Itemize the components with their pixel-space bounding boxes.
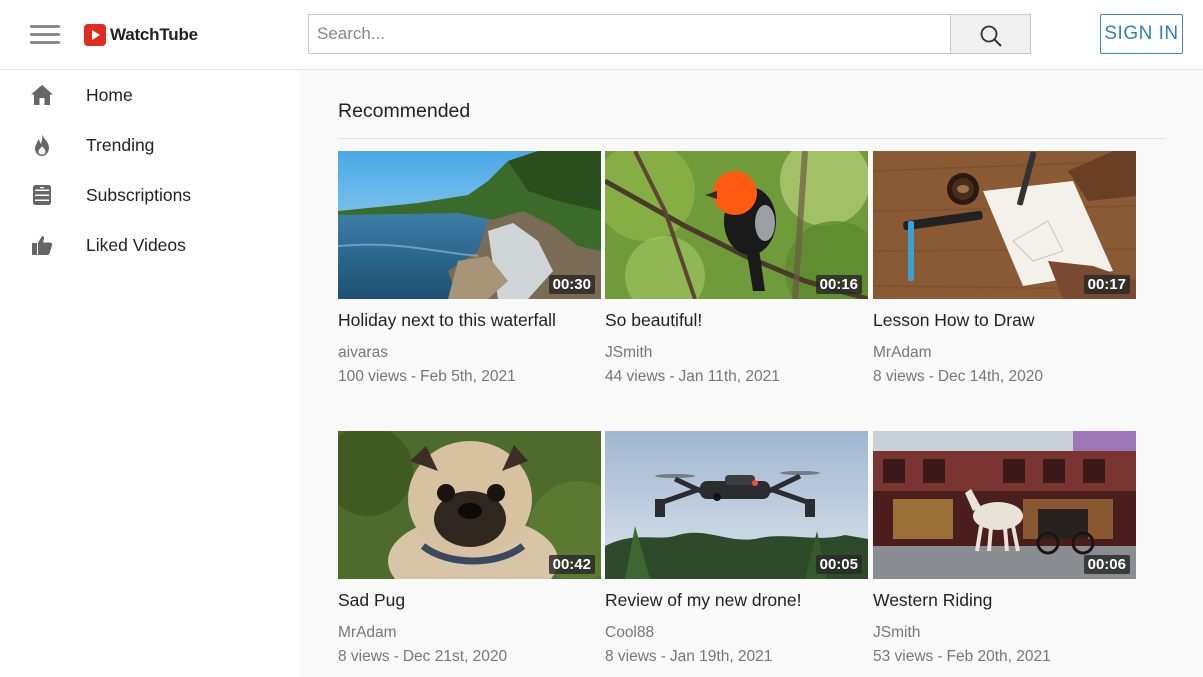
logo-text: WatchTube <box>110 25 198 44</box>
video-duration-badge: 00:06 <box>1083 555 1130 574</box>
main-content: Recommended 00:30 Holiday next to this w… <box>300 70 1203 677</box>
video-meta: 8 views - Jan 19th, 2021 <box>605 648 773 665</box>
video-duration-badge: 00:16 <box>815 275 862 294</box>
video-card[interactable]: 00:30 Holiday next to this waterfall aiv… <box>338 151 601 401</box>
video-meta: 8 views - Dec 21st, 2020 <box>338 648 508 665</box>
video-meta: 44 views - Jan 11th, 2021 <box>605 368 780 385</box>
video-date: Feb 20th, 2021 <box>946 648 1051 665</box>
video-meta: 53 views - Feb 20th, 2021 <box>873 648 1051 665</box>
video-card[interactable]: 00:06 Western Riding JSmith 53 views - Feb… <box>873 431 1136 677</box>
video-date: Dec 14th, 2020 <box>937 368 1043 385</box>
sidebar: Home Trending Subscriptions Liked Videos <box>0 70 300 677</box>
video-duration-badge: 00:17 <box>1083 275 1130 294</box>
hamburger-menu-icon[interactable] <box>28 22 62 48</box>
sidebar-item-label: Trending <box>86 135 155 155</box>
video-thumbnail[interactable]: 00:16 <box>605 151 868 299</box>
video-views: 8 views <box>338 648 390 665</box>
video-views: 100 views <box>338 368 407 385</box>
logo[interactable]: WatchTube <box>84 22 198 48</box>
video-thumbnail[interactable]: 00:06 <box>873 431 1136 579</box>
search-icon <box>980 25 1002 47</box>
video-date: Jan 11th, 2021 <box>678 368 780 385</box>
video-meta: 8 views - Dec 14th, 2020 <box>873 368 1043 385</box>
video-views: 8 views <box>605 648 657 665</box>
video-duration-badge: 00:05 <box>815 555 862 574</box>
sidebar-item-home[interactable]: Home <box>0 70 300 120</box>
section-title: Recommended <box>338 100 471 122</box>
video-card[interactable]: 00:17 Lesson How to Draw MrAdam 8 views -… <box>873 151 1136 401</box>
sign-in-button[interactable]: SIGN IN <box>1100 14 1183 54</box>
video-channel[interactable]: JSmith <box>873 624 920 642</box>
video-thumbnail[interactable]: 00:42 <box>338 431 601 579</box>
video-date: Dec 21st, 2020 <box>402 648 508 665</box>
fire-icon <box>35 134 49 156</box>
sidebar-item-trending[interactable]: Trending <box>0 120 300 170</box>
video-meta: 100 views - Feb 5th, 2021 <box>338 368 516 385</box>
video-title[interactable]: Sad Pug <box>338 590 405 611</box>
video-date: Feb 5th, 2021 <box>420 368 516 385</box>
video-card[interactable]: 00:05 Review of my new drone! Cool88 8 v… <box>605 431 868 677</box>
sidebar-item-label: Liked Videos <box>86 235 186 255</box>
sidebar-item-liked-videos[interactable]: Liked Videos <box>0 220 300 270</box>
video-title[interactable]: So beautiful! <box>605 310 702 331</box>
thumbs-up-icon <box>32 236 53 255</box>
video-thumbnail[interactable]: 00:17 <box>873 151 1136 299</box>
video-channel[interactable]: Cool88 <box>605 624 654 642</box>
video-channel[interactable]: aivaras <box>338 344 388 362</box>
video-date: Jan 19th, 2021 <box>669 648 773 665</box>
video-title[interactable]: Western Riding <box>873 590 992 611</box>
video-channel[interactable]: MrAdam <box>338 624 397 642</box>
video-views: 53 views <box>873 648 934 665</box>
video-channel[interactable]: JSmith <box>605 344 652 362</box>
top-bar: WatchTube SIGN IN <box>0 0 1203 70</box>
divider <box>338 138 1166 139</box>
video-card[interactable]: 00:42 Sad Pug MrAdam 8 views - Dec 21st, 2… <box>338 431 601 677</box>
video-duration-badge: 00:30 <box>548 275 595 294</box>
sidebar-item-label: Home <box>86 85 133 105</box>
video-card[interactable]: 00:16 So beautiful! JSmith 44 views - Jan … <box>605 151 868 401</box>
video-title[interactable]: Holiday next to this waterfall <box>338 310 556 331</box>
video-views: 44 views <box>605 368 666 385</box>
home-icon <box>31 85 53 105</box>
video-views: 8 views <box>873 368 925 385</box>
search-input[interactable] <box>308 14 951 54</box>
video-title[interactable]: Lesson How to Draw <box>873 310 1034 331</box>
video-title[interactable]: Review of my new drone! <box>605 590 801 611</box>
video-thumbnail[interactable]: 00:05 <box>605 431 868 579</box>
search-button[interactable] <box>950 14 1031 54</box>
video-channel[interactable]: MrAdam <box>873 344 932 362</box>
sidebar-item-label: Subscriptions <box>86 185 192 205</box>
video-thumbnail[interactable]: 00:30 <box>338 151 601 299</box>
video-duration-badge: 00:42 <box>548 555 595 574</box>
subscriptions-icon <box>33 185 51 205</box>
sidebar-item-subscriptions[interactable]: Subscriptions <box>0 170 300 220</box>
play-logo-icon <box>84 24 106 46</box>
